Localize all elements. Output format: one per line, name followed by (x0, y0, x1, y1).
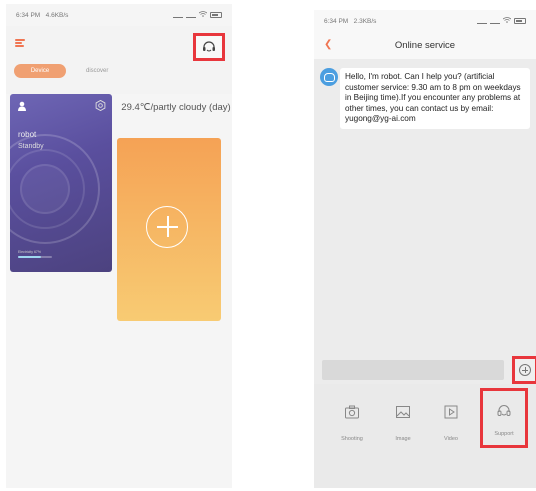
video-button[interactable]: Video (431, 394, 471, 454)
image-icon (396, 406, 410, 418)
network-speed: 2.3KB/s (353, 17, 377, 25)
shooting-button[interactable]: Shooting (332, 394, 372, 454)
tray-label: Shooting (341, 436, 363, 442)
weather-text: 29.4℃/partly cloudy (day) (121, 102, 231, 113)
plus-icon (146, 206, 188, 248)
robot-name: robot (18, 130, 37, 139)
headset-icon (497, 405, 511, 416)
status-icons (477, 17, 526, 25)
tray-label: Image (395, 436, 411, 442)
signal-icon (490, 19, 500, 24)
battery-label: Electricity 67% (18, 250, 41, 254)
menu-icon[interactable] (15, 39, 25, 47)
decorative-ring (20, 164, 70, 214)
robot-avatar-icon (320, 68, 338, 86)
robot-device-card[interactable]: robot Standby Electricity 67% (10, 94, 112, 272)
tab-discover[interactable]: discover (76, 64, 118, 78)
support-button[interactable]: Support (480, 388, 528, 448)
tray-label: Video (444, 436, 458, 442)
chat-message: Hello, I'm robot. Can I help you? (artif… (340, 68, 530, 129)
add-device-card[interactable] (117, 138, 221, 321)
signal-icon (477, 19, 487, 24)
battery-level-bar (18, 256, 52, 258)
robot-status: Standby (18, 143, 44, 150)
camera-icon (345, 405, 359, 419)
tray-label: Support (494, 431, 514, 437)
signal-icon (186, 13, 196, 18)
plus-icon (519, 364, 531, 376)
battery-icon (210, 12, 222, 18)
video-icon (444, 405, 458, 419)
network-speed: 4.6KB/s (45, 11, 69, 19)
battery-level-fill (18, 256, 41, 258)
tab-device[interactable]: Device (14, 64, 66, 78)
attachment-tray: Shooting Image Video Support (314, 384, 536, 488)
tab-bar: Device discover (14, 64, 118, 78)
status-bar: 6:34 PM 4.6KB/s (6, 4, 232, 26)
more-options-button[interactable] (512, 356, 536, 384)
online-service-screen: 6:34 PM 2.3KB/s ❮ Online service Hello, … (314, 10, 536, 488)
status-time: 6:34 PM 4.6KB/s (16, 11, 69, 19)
status-time: 6:34 PM 2.3KB/s (324, 17, 377, 25)
user-icon[interactable] (17, 101, 27, 111)
status-bar: 6:34 PM 2.3KB/s (314, 10, 536, 32)
status-icons (173, 11, 222, 19)
battery-icon (514, 18, 526, 24)
image-button[interactable]: Image (383, 394, 423, 454)
message-input-row (314, 356, 536, 384)
gear-icon[interactable] (95, 100, 106, 111)
customer-support-button[interactable] (193, 33, 225, 61)
headset-icon (203, 41, 215, 52)
page-title: Online service (394, 40, 456, 51)
message-input[interactable] (322, 360, 504, 380)
signal-icon (173, 13, 183, 18)
wifi-icon (502, 17, 512, 25)
wifi-icon (198, 11, 208, 19)
home-screen: 6:34 PM 4.6KB/s Device discover robot St… (6, 4, 232, 488)
